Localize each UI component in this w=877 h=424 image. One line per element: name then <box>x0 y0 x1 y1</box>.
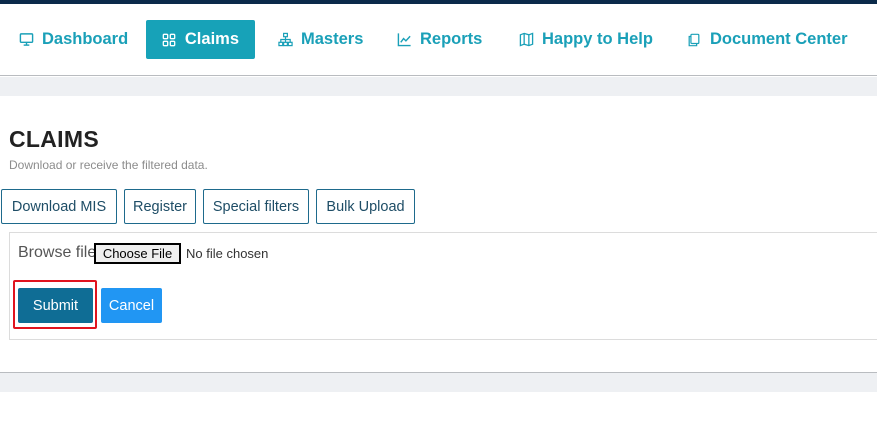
page-subtitle: Download or receive the filtered data. <box>9 158 208 172</box>
footer-band <box>0 373 877 392</box>
main-nav: Dashboard Claims Masters Reports Happy t… <box>0 4 877 76</box>
nav-item-happy-to-help[interactable]: Happy to Help <box>518 20 653 59</box>
tab-bulk-upload[interactable]: Bulk Upload <box>316 189 415 224</box>
tab-register[interactable]: Register <box>124 189 196 224</box>
page-title: CLAIMS <box>9 126 99 152</box>
monitor-icon <box>18 32 34 48</box>
nav-item-reports[interactable]: Reports <box>396 20 482 59</box>
choose-file-button[interactable]: Choose File <box>94 243 181 264</box>
nav-item-dashboard[interactable]: Dashboard <box>18 20 128 59</box>
map-icon <box>518 32 534 48</box>
browse-file-label: Browse file <box>18 244 97 261</box>
sitemap-icon <box>277 32 293 48</box>
nav-item-label: Reports <box>420 30 483 48</box>
tab-download-mis[interactable]: Download MIS <box>1 189 117 224</box>
section-separator <box>0 77 877 96</box>
nav-item-label: Masters <box>301 30 364 48</box>
file-status-text: No file chosen <box>186 246 269 261</box>
nav-item-label: Claims <box>184 30 239 48</box>
nav-item-label: Dashboard <box>42 30 129 48</box>
nav-item-document-center[interactable]: Document Center <box>686 20 848 59</box>
nav-item-masters[interactable]: Masters <box>277 20 363 59</box>
grid-icon <box>162 32 177 48</box>
nav-item-label: Happy to Help <box>542 30 653 48</box>
nav-item-label: Document Center <box>710 30 848 48</box>
nav-item-claims[interactable]: Claims <box>146 20 255 59</box>
cancel-button[interactable]: Cancel <box>101 288 162 323</box>
copy-icon <box>686 32 702 48</box>
line-chart-icon <box>396 32 412 48</box>
submit-button[interactable]: Submit <box>18 288 93 323</box>
tab-special-filters[interactable]: Special filters <box>203 189 309 224</box>
